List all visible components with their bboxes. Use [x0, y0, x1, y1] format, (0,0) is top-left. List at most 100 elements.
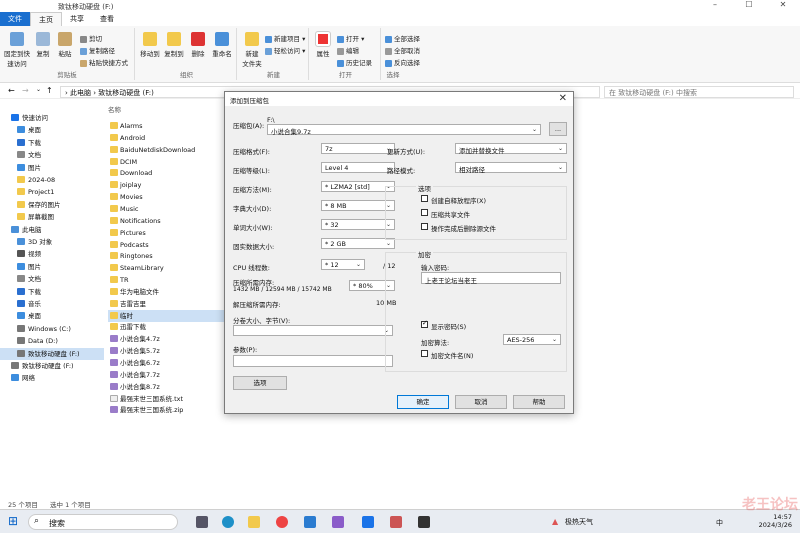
- file-list-item[interactable]: Ringtones: [108, 250, 234, 262]
- nav-item[interactable]: 文档: [0, 149, 104, 161]
- search-input[interactable]: 在 致钛移动硬盘 (F:) 中搜索: [604, 86, 794, 98]
- nav-item[interactable]: 2024-08: [0, 174, 104, 186]
- shared-checkbox[interactable]: [421, 209, 428, 216]
- chevron-down-icon[interactable]: ⌄: [36, 86, 41, 93]
- nav-item[interactable]: 桌面: [0, 310, 104, 322]
- copy-to-button[interactable]: 复制到: [163, 32, 185, 58]
- windows-start-icon[interactable]: ⊞: [8, 514, 18, 528]
- nav-item[interactable]: 保存的图片: [0, 199, 104, 211]
- file-list-item[interactable]: DCIM: [108, 156, 234, 168]
- nav-item[interactable]: 致钛移动硬盘 (F:): [0, 347, 104, 360]
- split-select[interactable]: ⌄: [233, 325, 393, 336]
- weather-text[interactable]: 极热天气: [565, 517, 593, 527]
- file-list-item[interactable]: 小说合集5.7z: [108, 345, 234, 357]
- nav-item[interactable]: 音乐: [0, 298, 104, 310]
- close-button[interactable]: ✕: [766, 0, 800, 9]
- nav-item[interactable]: 3D 对象: [0, 236, 104, 248]
- nav-item[interactable]: 视频: [0, 248, 104, 260]
- language-indicator[interactable]: 中: [716, 518, 723, 528]
- edit-button[interactable]: 编辑: [337, 45, 359, 55]
- format-select[interactable]: 7z ⌄: [321, 143, 395, 154]
- easy-access-button[interactable]: 轻松访问 ▾: [265, 45, 305, 55]
- delete-button[interactable]: 删除: [189, 32, 207, 58]
- tab-share[interactable]: 共享: [62, 12, 92, 26]
- nav-item[interactable]: 屏幕截图: [0, 211, 104, 223]
- file-list-item[interactable]: TR: [108, 274, 234, 286]
- rename-button[interactable]: 重命名: [209, 32, 235, 58]
- ok-button[interactable]: 确定: [397, 395, 449, 409]
- file-list-item[interactable]: 华为电脑文件: [108, 286, 234, 298]
- minimize-button[interactable]: –: [698, 0, 732, 9]
- file-list-item[interactable]: BaiduNetdiskDownload: [108, 144, 234, 156]
- nav-item[interactable]: 快速访问: [0, 112, 104, 124]
- file-list-item[interactable]: Movies: [108, 191, 234, 203]
- copy-button[interactable]: 复制: [34, 32, 52, 58]
- nav-item[interactable]: 致钛移动硬盘 (F:): [0, 360, 104, 372]
- file-list-item[interactable]: 小说合集4.7z: [108, 333, 234, 345]
- archive-name-combobox[interactable]: 小说合集9.7z ⌄: [267, 124, 541, 136]
- file-list-item[interactable]: joiplay: [108, 179, 234, 191]
- nav-item[interactable]: 桌面: [0, 124, 104, 136]
- edge-icon[interactable]: [222, 516, 234, 528]
- nav-item[interactable]: 图片: [0, 162, 104, 174]
- nav-item[interactable]: 网络: [0, 372, 104, 384]
- new-folder-button[interactable]: 新建 文件夹: [241, 32, 263, 68]
- move-to-button[interactable]: 移动到: [139, 32, 161, 58]
- file-list-item[interactable]: 迅雷下载: [108, 321, 234, 333]
- visual-studio-icon[interactable]: [332, 516, 344, 528]
- encrypt-names-checkbox[interactable]: [421, 350, 428, 357]
- taskbar-search[interactable]: 搜索: [28, 514, 178, 530]
- maximize-button[interactable]: ☐: [732, 0, 766, 9]
- cancel-button[interactable]: 取消: [455, 395, 507, 409]
- task-view-icon[interactable]: [196, 516, 208, 528]
- file-list-item[interactable]: 小说合集8.7z: [108, 381, 234, 393]
- forward-arrow-icon[interactable]: →: [22, 86, 29, 95]
- file-list-item[interactable]: 最强末世三国系统.zip: [108, 404, 234, 416]
- new-item-button[interactable]: 新建项目 ▾: [265, 33, 305, 43]
- select-none-button[interactable]: 全部取消: [385, 45, 420, 55]
- nav-item[interactable]: 下载: [0, 137, 104, 149]
- back-arrow-icon[interactable]: ←: [8, 86, 15, 95]
- params-input[interactable]: [233, 355, 393, 367]
- file-list-item[interactable]: Pictures: [108, 227, 234, 239]
- up-arrow-icon[interactable]: ↑: [46, 86, 53, 95]
- file-list-item[interactable]: 小说合集7.7z: [108, 369, 234, 381]
- paste-button[interactable]: 粘贴: [56, 32, 74, 58]
- dialog-close-icon[interactable]: ✕: [559, 93, 567, 104]
- app-icon-2[interactable]: [390, 516, 402, 528]
- help-button[interactable]: 帮助: [513, 395, 565, 409]
- paste-shortcut-button[interactable]: 粘贴快捷方式: [80, 57, 128, 67]
- copy-path-button[interactable]: 复制路径: [80, 45, 115, 55]
- level-select[interactable]: Level 4 ⌄: [321, 162, 395, 173]
- open-button[interactable]: 打开 ▾: [337, 33, 364, 43]
- update-select[interactable]: 添加并替换文件 ⌄: [455, 143, 567, 155]
- history-button[interactable]: 历史记录: [337, 57, 372, 67]
- show-password-checkbox[interactable]: [421, 319, 428, 328]
- 7zip-icon[interactable]: [418, 516, 430, 528]
- app-icon[interactable]: [362, 516, 374, 528]
- tab-home[interactable]: 主页: [30, 12, 62, 26]
- file-list-item[interactable]: Alarms: [108, 120, 234, 132]
- select-all-button[interactable]: 全部选择: [385, 33, 420, 43]
- password-input[interactable]: 上老王论坛当老王: [421, 272, 561, 285]
- chrome-icon[interactable]: [276, 516, 288, 528]
- dict-select[interactable]: * 8 MB ⌄: [321, 200, 395, 211]
- solid-select[interactable]: * 2 GB ⌄: [321, 238, 395, 249]
- delete-after-checkbox[interactable]: [421, 223, 428, 230]
- file-list-item[interactable]: Download: [108, 167, 234, 179]
- method-select[interactable]: * LZMA2 [std] ⌄: [321, 181, 395, 192]
- file-list-item[interactable]: 临时: [108, 309, 234, 322]
- file-list-item[interactable]: Music: [108, 203, 234, 215]
- cpu-select[interactable]: * 12 ⌄: [321, 259, 365, 270]
- tab-view[interactable]: 查看: [92, 12, 122, 26]
- mail-icon[interactable]: [304, 516, 316, 528]
- nav-item[interactable]: Data (D:): [0, 335, 104, 347]
- file-list-item[interactable]: Notifications: [108, 215, 234, 227]
- nav-item[interactable]: Windows (C:): [0, 323, 104, 335]
- nav-item[interactable]: 下载: [0, 286, 104, 298]
- nav-item[interactable]: Project1: [0, 186, 104, 198]
- options-button[interactable]: 选项: [233, 376, 287, 390]
- file-list-item[interactable]: 最强末世三国系统.txt: [108, 393, 234, 405]
- browse-button[interactable]: ...: [549, 122, 567, 136]
- properties-button[interactable]: 属性: [313, 31, 333, 58]
